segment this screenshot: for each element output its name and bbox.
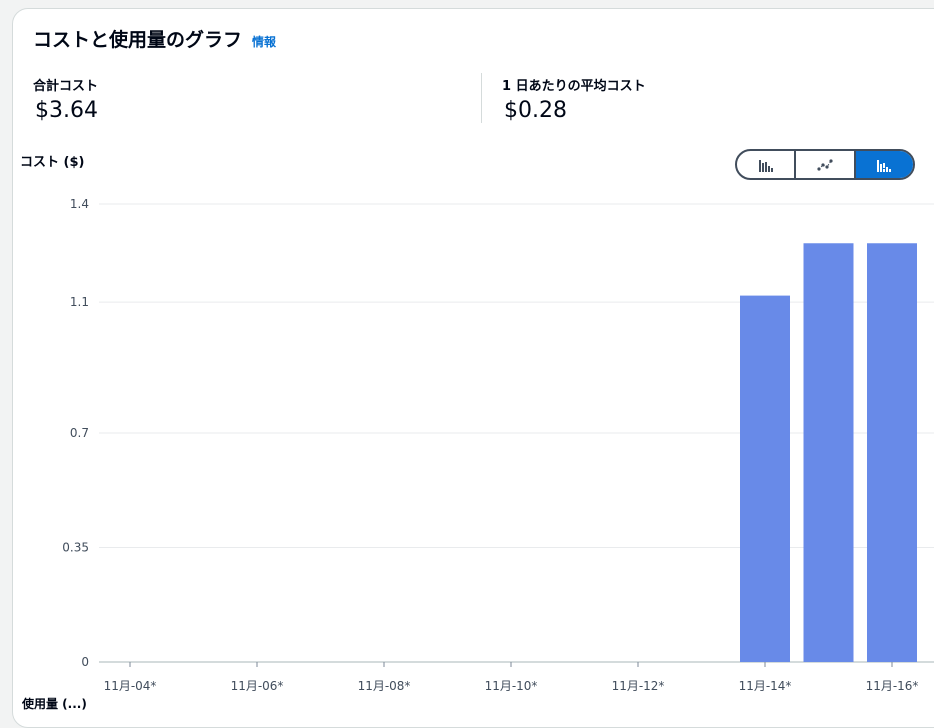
y-tick-label: 0.7 [70, 426, 89, 440]
x-tick-label: 11月-08* [358, 679, 411, 693]
x-tick-label: 11月-14* [739, 679, 792, 693]
y-tick-label: 1.4 [70, 197, 89, 211]
x-tick-label: 11月-12* [612, 679, 665, 693]
y-tick-label: 1.1 [70, 295, 89, 309]
x-tick-label: 11月-04* [104, 679, 157, 693]
bar [867, 243, 917, 662]
bar [740, 295, 790, 662]
x-tick-label: 11月-10* [485, 679, 538, 693]
x-tick-label: 11月-16* [866, 679, 919, 693]
usage-section-label: 使用量 (...) [22, 697, 87, 711]
bar [803, 243, 854, 662]
y-tick-label: 0.35 [62, 541, 89, 555]
cost-bar-chart: 0 0.35 0.7 1.1 1.4 11月-04* 11月-06* 11月-08* 11月-1… [62, 197, 934, 693]
x-tick-label: 11月-06* [231, 679, 284, 693]
y-tick-label: 0 [81, 655, 89, 669]
